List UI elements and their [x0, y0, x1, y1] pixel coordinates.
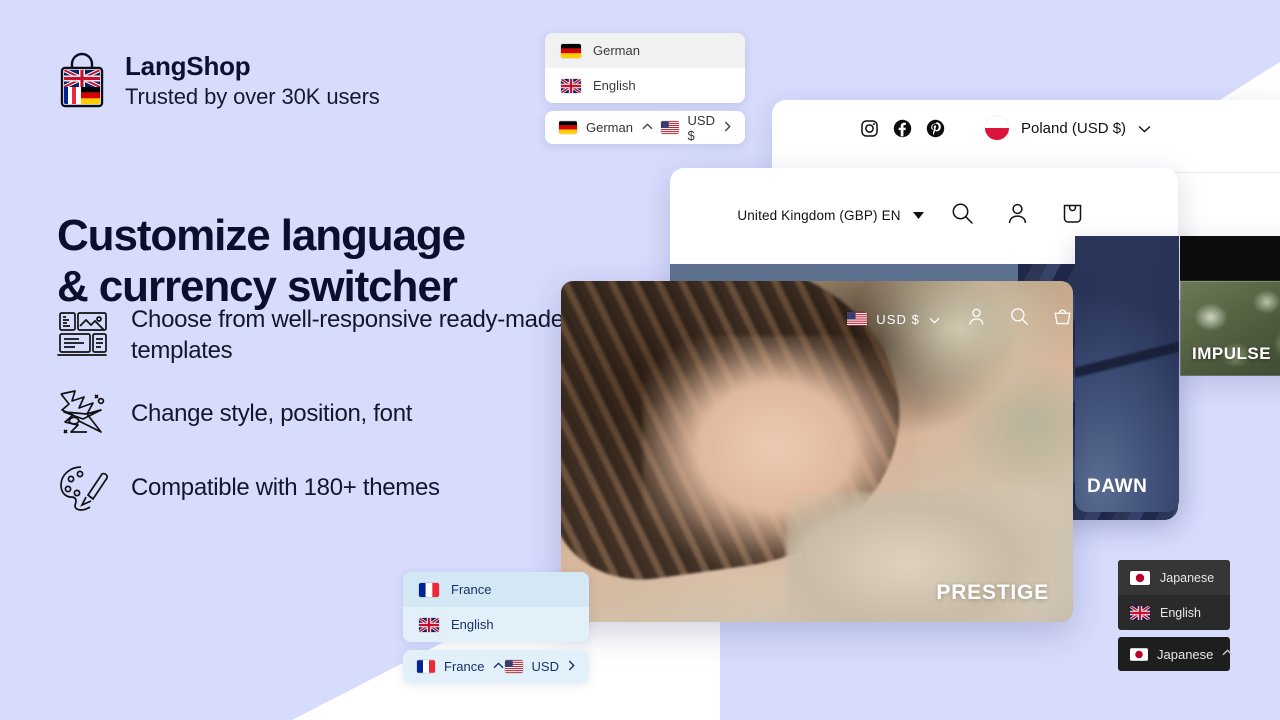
gb-flag	[419, 617, 439, 632]
language-currency-bar: German USD $	[545, 111, 745, 144]
dawn-theme-card[interactable]: DAWN	[1075, 236, 1179, 512]
language-options-list: Japanese English	[1118, 560, 1230, 630]
currency-selector[interactable]: USD $	[660, 112, 731, 143]
prestige-currency-label: USD $	[876, 311, 920, 327]
pl-flag-round	[985, 116, 1009, 140]
facebook-icon[interactable]	[893, 119, 912, 138]
chevron-down-icon	[1138, 120, 1151, 137]
social-links	[860, 119, 945, 138]
uk-header-icons	[950, 201, 1085, 231]
brand-lockup: LangShop Trusted by over 30K users	[57, 51, 380, 110]
de-flag	[559, 121, 577, 134]
language-selector-label: France	[444, 659, 485, 674]
page-title: Customize language & currency switcher	[57, 211, 617, 311]
search-icon[interactable]	[1009, 306, 1030, 332]
language-switcher-japanese: Japanese English Japanese	[1118, 560, 1233, 671]
language-option-label: English	[451, 617, 494, 632]
account-icon[interactable]	[966, 306, 987, 332]
feature-label: Compatible with 180+ themes	[131, 474, 440, 502]
templates-icon	[57, 310, 109, 362]
prestige-theme-label: PRESTIGE	[936, 581, 1049, 604]
language-option-english[interactable]: English	[403, 607, 589, 642]
chevron-up-icon	[493, 661, 504, 672]
brand-tagline: Trusted by over 30K users	[125, 83, 380, 109]
uk-country-selector-label[interactable]: United Kingdom (GBP) EN	[737, 208, 900, 223]
currency-selector-label: USD $	[687, 112, 715, 143]
language-option-english[interactable]: English	[545, 68, 745, 103]
currency-selector[interactable]: USD	[504, 659, 575, 674]
search-icon[interactable]	[950, 201, 975, 231]
chevron-right-icon	[568, 660, 575, 674]
us-flag	[504, 660, 523, 673]
jp-flag	[1130, 647, 1148, 661]
language-option-german[interactable]: German	[545, 33, 745, 68]
shopping-bag-flags-icon	[57, 52, 107, 110]
language-option-japanese[interactable]: Japanese	[1118, 560, 1230, 595]
language-options-list: German English	[545, 33, 745, 103]
palette-brush-icon	[57, 462, 109, 514]
impulse-theme-header	[1180, 236, 1280, 281]
language-option-france[interactable]: France	[403, 572, 589, 607]
language-switcher-france: France English France USD	[403, 572, 589, 683]
language-option-label: German	[593, 43, 640, 58]
feature-label: Change style, position, font	[131, 400, 413, 428]
language-option-label: Japanese	[1160, 570, 1215, 585]
poland-country-label: Poland (USD $)	[1021, 119, 1127, 137]
chevron-down-icon	[929, 312, 940, 327]
prestige-top-bar: USD $	[561, 297, 1073, 341]
language-selector-label: German	[586, 120, 633, 135]
language-option-label: France	[451, 582, 492, 597]
account-icon[interactable]	[1005, 201, 1030, 231]
prestige-currency-selector[interactable]: USD $	[847, 312, 940, 327]
language-currency-bar: France USD	[403, 650, 589, 683]
poland-top-bar: Poland (USD $)	[772, 100, 1280, 156]
us-flag	[847, 312, 868, 326]
poland-country-selector[interactable]: Poland (USD $)	[985, 116, 1151, 140]
language-option-english[interactable]: English	[1118, 595, 1230, 630]
prestige-header-icons	[966, 306, 1073, 332]
pinterest-icon[interactable]	[926, 119, 945, 138]
prestige-theme-card[interactable]: USD $ PRESTIGE	[561, 281, 1073, 622]
chevron-right-icon	[724, 121, 731, 135]
us-flag	[660, 121, 679, 134]
language-selector[interactable]: Japanese	[1130, 647, 1233, 662]
dawn-theme-label: DAWN	[1087, 476, 1148, 497]
jp-flag	[1130, 570, 1150, 585]
gb-flag	[561, 78, 581, 93]
brand-title: LangShop	[125, 51, 251, 81]
language-option-label: English	[593, 78, 636, 93]
language-selector[interactable]: France	[417, 659, 504, 674]
language-switcher-german: German English German USD $	[545, 33, 745, 144]
instagram-icon[interactable]	[860, 119, 879, 138]
language-option-label: English	[1160, 605, 1201, 620]
basket-icon[interactable]	[1052, 306, 1073, 332]
promo-banner: LangShop Trusted by over 30K users Custo…	[0, 0, 1280, 720]
language-options-list: France English	[403, 572, 589, 642]
cart-icon[interactable]	[1060, 201, 1085, 231]
fr-flag	[417, 660, 435, 673]
impulse-theme-label: IMPULSE	[1192, 344, 1272, 363]
dawn-theme-image	[1075, 236, 1179, 512]
chevron-up-icon	[1222, 649, 1233, 659]
language-selector-label: Japanese	[1157, 646, 1214, 662]
currency-selector-label: USD	[531, 659, 559, 674]
impulse-theme-card[interactable]: IMPULSE	[1180, 236, 1280, 376]
caret-down-icon[interactable]	[912, 211, 924, 221]
gb-flag	[1130, 605, 1150, 620]
language-bar: Japanese	[1118, 637, 1233, 671]
de-flag	[561, 43, 581, 58]
fr-flag	[419, 582, 439, 597]
chevron-up-icon	[642, 122, 653, 133]
language-selector[interactable]: German	[559, 120, 653, 135]
style-position-font-icon	[57, 388, 109, 440]
headline-line-1: Customize language	[57, 211, 466, 261]
